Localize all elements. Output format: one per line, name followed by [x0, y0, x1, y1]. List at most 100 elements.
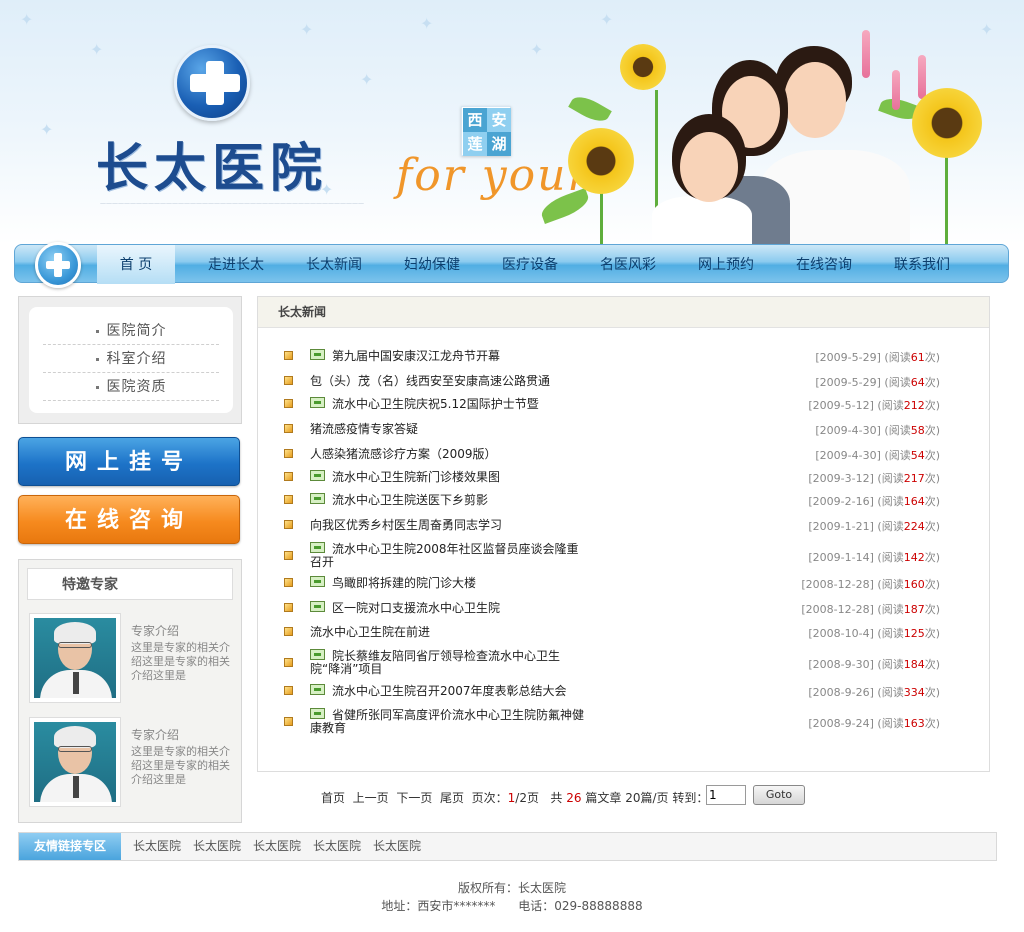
- nav-item-online-booking[interactable]: 网上预约: [677, 245, 775, 284]
- news-bullet-icon: [284, 578, 293, 587]
- news-meta: [2008-9-26] (阅读334次): [808, 684, 940, 700]
- brand-name: 长太医院: [96, 139, 329, 199]
- expert-name[interactable]: 专家介绍: [131, 726, 179, 743]
- news-read-count: (阅读125次): [873, 627, 940, 640]
- news-bullet-icon: [284, 686, 293, 695]
- news-bullet-icon: [284, 658, 293, 667]
- side-menu-item-intro[interactable]: 医院简介: [43, 317, 219, 345]
- news-meta: [2009-2-16] (阅读164次): [808, 493, 940, 509]
- news-read-count: (阅读64次): [880, 376, 940, 389]
- news-date: [2009-5-29]: [815, 376, 881, 389]
- expert-photo[interactable]: [29, 717, 121, 807]
- page-number-input[interactable]: [706, 785, 746, 805]
- news-meta: [2009-5-29] (阅读64次): [815, 374, 940, 390]
- side-menu-item-qualification[interactable]: 医院资质: [43, 373, 219, 401]
- nav-item-online-consult[interactable]: 在线咨询: [775, 245, 873, 284]
- pager-page-label: 页次：: [471, 791, 508, 805]
- footer-phone: 电话：029-88888888: [518, 899, 643, 913]
- pager-prev[interactable]: 上一页: [353, 791, 389, 805]
- expert-desc: 这里是专家的相关介绍这里是专家的相关介绍这里是: [131, 745, 230, 786]
- nav-item-maternal-care[interactable]: 妇幼保健: [383, 245, 481, 284]
- nav-item-equipment[interactable]: 医疗设备: [481, 245, 579, 284]
- news-read-count: (阅读184次): [873, 658, 940, 671]
- news-bullet-icon: [284, 627, 293, 636]
- news-title-link[interactable]: 流水中心卫生院2008年社区监督员座谈会隆重召开: [310, 543, 590, 569]
- read-count-value: 184: [903, 658, 925, 671]
- experts-panel: 特邀专家 专家介绍 这里是专家的相关介绍这里是专家的相关介绍这里是 专家介绍 这…: [18, 559, 242, 823]
- news-meta: [2008-9-24] (阅读163次): [808, 715, 940, 731]
- news-date: [2008-9-26]: [808, 686, 874, 699]
- read-count-value: 163: [903, 717, 925, 730]
- friend-link[interactable]: 长太医院: [313, 833, 361, 860]
- news-bullet-icon: [284, 424, 293, 433]
- news-meta: [2008-12-28] (阅读187次): [801, 601, 940, 617]
- nav-item-about[interactable]: 走进长太: [187, 245, 285, 284]
- news-title-link[interactable]: 猪流感疫情专家答疑: [310, 423, 750, 436]
- news-panel: 长太新闻 第九届中国安康汉江龙舟节开幕 [2009-5-29] (阅读61次) 包（…: [257, 296, 990, 772]
- goto-button[interactable]: Goto: [753, 785, 805, 805]
- friend-link[interactable]: 长太医院: [193, 833, 241, 860]
- news-title-link[interactable]: 流水中心卫生院召开2007年度表彰总结大会: [332, 685, 772, 698]
- news-read-count: (阅读160次): [873, 578, 940, 591]
- news-read-count: (阅读58次): [880, 424, 940, 437]
- news-title-link[interactable]: 包（头）茂（名）线西安至安康高速公路贯通: [310, 375, 750, 388]
- news-title-link[interactable]: 向我区优秀乡村医生周奋勇同志学习: [310, 519, 750, 532]
- footer-address: 地址：西安市*******: [381, 899, 496, 913]
- nav-item-contact[interactable]: 联系我们: [873, 245, 971, 284]
- pager-first[interactable]: 首页: [321, 791, 345, 805]
- news-date: [2009-4-30]: [815, 424, 881, 437]
- friend-link[interactable]: 长太医院: [253, 833, 301, 860]
- image-news-icon: [310, 576, 325, 587]
- main-navigation: 首 页 走进长太 长太新闻 妇幼保健 医疗设备 名医风彩 网上预约 在线咨询 联…: [14, 242, 1009, 288]
- read-count-value: 212: [903, 399, 925, 412]
- pager-next[interactable]: 下一页: [396, 791, 432, 805]
- sunflower: [912, 88, 982, 158]
- pager-last[interactable]: 尾页: [440, 791, 464, 805]
- badge-char: 西: [463, 108, 487, 132]
- news-title-link[interactable]: 鸟瞰即将拆建的院门诊大楼: [332, 577, 772, 590]
- pager-total-prefix: 共: [550, 791, 563, 805]
- news-meta: [2009-5-29] (阅读61次): [815, 349, 940, 365]
- news-title-link[interactable]: 区一院对口支援流水中心卫生院: [332, 602, 772, 615]
- news-title-link[interactable]: 院长蔡维友陪同省厅领导检查流水中心卫生院“降消”项目: [310, 650, 590, 676]
- news-read-count: (阅读334次): [873, 686, 940, 699]
- nav-item-doctors[interactable]: 名医风彩: [579, 245, 677, 284]
- news-title-link[interactable]: 流水中心卫生院新门诊楼效果图: [332, 471, 772, 484]
- location-badge: 西 安 莲 湖: [461, 106, 511, 156]
- expert-photo[interactable]: [29, 613, 121, 703]
- friend-link[interactable]: 长太医院: [133, 833, 181, 860]
- read-count-value: 125: [903, 627, 925, 640]
- online-consult-button[interactable]: 在线咨询: [18, 495, 240, 544]
- news-title-link[interactable]: 人感染猪流感诊疗方案（2009版）: [310, 448, 750, 461]
- side-menu-item-departments[interactable]: 科室介绍: [43, 345, 219, 373]
- image-news-icon: [310, 684, 325, 695]
- side-menu-label: 医院简介: [106, 323, 167, 339]
- news-read-count: (阅读212次): [873, 399, 940, 412]
- news-read-count: (阅读187次): [873, 603, 940, 616]
- online-register-button[interactable]: 网上挂号: [18, 437, 240, 486]
- hospital-logo-icon: [174, 45, 250, 121]
- page-header: ✦ ✦ ✦ ✦ ✦ ✦ ✦ ✦ ✦ ✦ 长太医院 ————————————————————…: [0, 0, 1024, 244]
- friend-link[interactable]: 长太医院: [373, 833, 421, 860]
- news-title-link[interactable]: 第九届中国安康汉江龙舟节开幕: [332, 350, 772, 363]
- nav-item-home[interactable]: 首 页: [97, 245, 175, 284]
- experts-title: 特邀专家: [27, 568, 233, 600]
- brand-decor-line: ————————————————————————————————————————…: [100, 200, 364, 207]
- pagination: 首页 上一页 下一页 尾页 页次：1/2页 共 26 篇文章 20篇/页 转到：: [321, 789, 708, 806]
- news-date: [2008-10-4]: [808, 627, 874, 640]
- side-menu-label: 科室介绍: [106, 351, 167, 367]
- nav-item-news[interactable]: 长太新闻: [285, 245, 383, 284]
- news-title-link[interactable]: 流水中心卫生院送医下乡剪影: [332, 494, 772, 507]
- read-count-value: 160: [903, 578, 925, 591]
- news-date: [2009-2-16]: [808, 495, 874, 508]
- news-read-count: (阅读217次): [873, 472, 940, 485]
- footer-contact: 地址：西安市******* 电话：029-88888888: [0, 897, 1024, 914]
- news-meta: [2009-1-21] (阅读224次): [808, 518, 940, 534]
- sunflower: [620, 44, 666, 90]
- news-bullet-icon: [284, 551, 293, 560]
- news-bullet-icon: [284, 399, 293, 408]
- news-title-link[interactable]: 流水中心卫生院在前进: [310, 626, 750, 639]
- news-title-link[interactable]: 流水中心卫生院庆祝5.12国际护士节暨: [332, 398, 772, 411]
- news-title-link[interactable]: 省健所张同军高度评价流水中心卫生院防氟神健康教育: [310, 709, 590, 735]
- expert-name[interactable]: 专家介绍: [131, 622, 179, 639]
